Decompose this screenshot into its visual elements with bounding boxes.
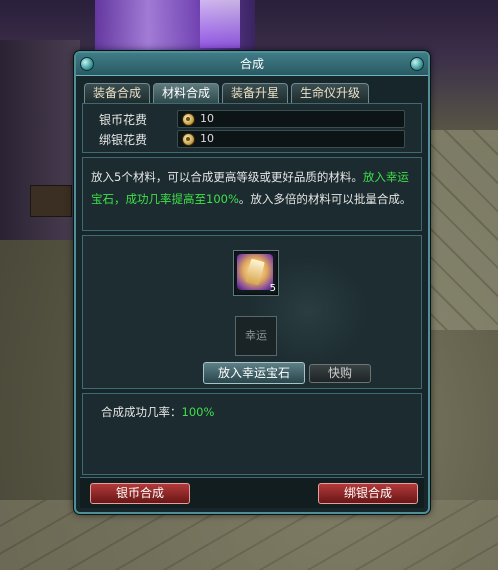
add-lucky-gem-button[interactable]: 放入幸运宝石 — [203, 362, 305, 384]
silver-synthesis-button[interactable]: 银币合成 — [90, 483, 190, 504]
success-rate: 合成成功几率：100% — [101, 404, 214, 420]
window-title-bar[interactable]: 合成 — [76, 53, 428, 76]
bound-silver-synthesis-button[interactable]: 绑银合成 — [318, 483, 418, 504]
tab-equipment-synthesis[interactable]: 装备合成 — [84, 83, 151, 103]
orb-left-icon — [80, 57, 94, 71]
quick-buy-button[interactable]: 快购 — [309, 364, 371, 383]
silver-cost-row: 银币花费 10 — [99, 110, 409, 128]
lucky-gem-slot[interactable]: 幸运 — [235, 316, 277, 356]
tab-life-instrument-upgrade[interactable]: 生命仪升级 — [291, 83, 370, 103]
window-title: 合成 — [239, 57, 264, 71]
scene-magic-glow-core — [200, 0, 240, 48]
tab-equipment-star-upgrade[interactable]: 装备升星 — [222, 83, 289, 103]
material-count: 5 — [269, 283, 276, 294]
cost-panel: 银币花费 10 绑银花费 10 — [82, 103, 422, 153]
tab-material-synthesis[interactable]: 材料合成 — [153, 83, 220, 103]
silver-cost-label: 银币花费 — [99, 113, 148, 127]
action-bar: 银币合成 绑银合成 — [80, 477, 424, 508]
synthesis-workspace: 5 幸运 放入幸运宝石 快购 — [82, 235, 422, 389]
description-panel: 放入5个材料，可以合成更高等级或更好品质的材料。放入幸运宝石，成功几率提高至10… — [82, 157, 422, 231]
silver-cost-value: 10 — [200, 112, 214, 125]
silver-coin-icon — [182, 113, 195, 126]
description-text: 放入5个材料，可以合成更高等级或更好品质的材料。放入幸运宝石，成功几率提高至10… — [91, 166, 413, 210]
success-rate-label: 合成成功几率： — [101, 405, 182, 419]
scene-floor-tiles — [420, 130, 498, 330]
description-part3: 。放入多倍的材料可以批量合成。 — [238, 192, 412, 206]
success-rate-panel: 合成成功几率：100% — [82, 393, 422, 475]
close-orb-icon[interactable] — [410, 57, 424, 71]
bound-cost-value: 10 — [200, 132, 214, 145]
synthesis-window: 合成 装备合成 材料合成 装备升星 生命仪升级 银币花费 10 绑银花费 10 … — [74, 51, 430, 514]
bound-coin-icon — [182, 133, 195, 146]
bound-cost-box: 10 — [177, 130, 405, 148]
scene-crate — [30, 185, 72, 217]
bound-cost-row: 绑银花费 10 — [99, 130, 409, 148]
tab-bar: 装备合成 材料合成 装备升星 生命仪升级 — [84, 83, 370, 103]
bound-cost-label: 绑银花费 — [99, 133, 148, 147]
description-part1: 放入5个材料，可以合成更高等级或更好品质的材料。 — [91, 170, 363, 184]
material-slot[interactable]: 5 — [233, 250, 279, 296]
scroll-material-icon — [237, 254, 273, 290]
success-rate-value: 100% — [181, 405, 215, 419]
silver-cost-box: 10 — [177, 110, 405, 128]
